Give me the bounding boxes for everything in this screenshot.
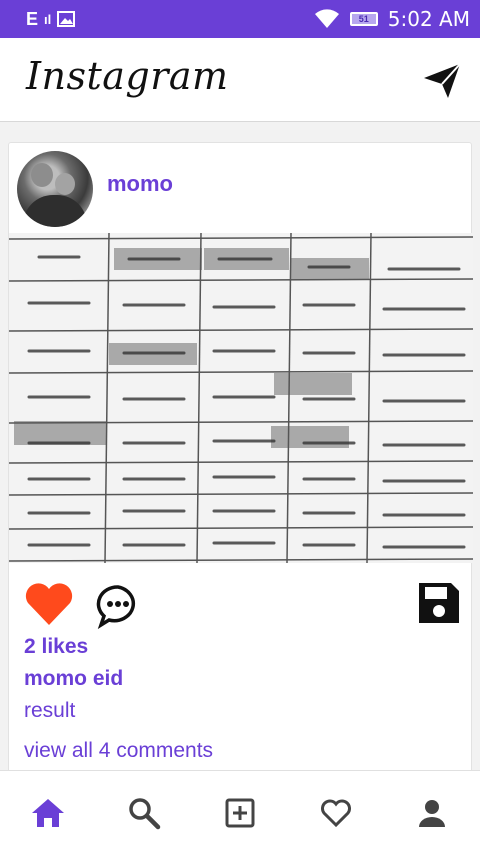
battery-level: 51 [358, 14, 369, 24]
home-icon [32, 799, 64, 827]
likes-count[interactable]: 2 likes [24, 635, 88, 659]
wifi-icon [314, 9, 339, 28]
comment-icon[interactable] [95, 583, 141, 629]
view-comments-link[interactable]: view all 4 comments [24, 739, 213, 763]
status-left: E ıl [0, 8, 76, 30]
activity-heart-icon [321, 799, 351, 827]
save-icon[interactable] [415, 579, 463, 627]
status-e-label: E [26, 8, 39, 29]
nav-search[interactable] [126, 795, 162, 831]
add-post-icon [225, 798, 255, 828]
nav-add-post[interactable] [222, 795, 258, 831]
nav-profile[interactable] [414, 795, 450, 831]
signal-bars-label: ıl [44, 11, 52, 27]
nav-home[interactable] [30, 795, 66, 831]
profile-icon [419, 800, 445, 827]
send-icon[interactable] [418, 56, 466, 104]
post-username[interactable]: momo [107, 171, 173, 197]
gallery-icon [57, 11, 76, 27]
avatar[interactable] [17, 151, 93, 227]
post-actions [9, 573, 473, 633]
avatar-face-shape-2 [55, 173, 75, 195]
post-card: momo 2 likes momo eid result view all 4 … [8, 142, 473, 770]
feed[interactable]: momo 2 likes momo eid result view all 4 … [0, 122, 480, 770]
app-logo: Instagram [26, 54, 229, 98]
caption-username[interactable]: momo eid [24, 667, 123, 691]
status-time: 5:02 AM [387, 7, 470, 31]
avatar-body-shape [23, 195, 87, 227]
status-right: 51 5:02 AM [314, 0, 470, 38]
post-photo [9, 233, 473, 563]
battery-icon: 51 [349, 12, 378, 26]
search-icon [129, 798, 161, 830]
bottom-nav [0, 770, 480, 854]
top-app-bar: Instagram [0, 38, 480, 122]
status-bar: E ıl 51 5:02 AM [0, 0, 480, 38]
avatar-face-shape [31, 163, 53, 187]
post-image[interactable] [9, 233, 473, 563]
caption-text: result [24, 699, 76, 722]
heart-icon[interactable] [23, 581, 75, 627]
nav-activity[interactable] [318, 795, 354, 831]
